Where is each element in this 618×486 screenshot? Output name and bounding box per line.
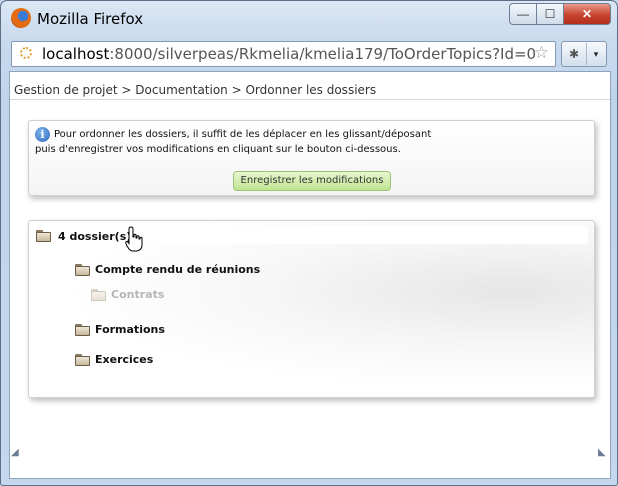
resize-handle-left-icon[interactable]: ◢ — [11, 447, 19, 458]
info-line-2: puis d'enregistrer vos modifications en … — [35, 144, 401, 155]
breadcrumb-divider — [10, 99, 610, 100]
url-text[interactable]: localhost:8000/silverpeas/Rkmelia/kmelia… — [42, 45, 536, 63]
folder-icon — [75, 264, 91, 276]
resize-handle-right-icon[interactable]: ◣ — [598, 447, 606, 458]
info-line-1: Pour ordonner les dossiers, il suffit de… — [54, 129, 432, 140]
bookmark-star-icon[interactable]: ☆ — [534, 43, 549, 63]
tree-item-formations[interactable]: Formations — [95, 323, 165, 336]
title-bar[interactable]: Mozilla Firefox — ☐ ✕ — [1, 1, 617, 37]
info-text: Pour ordonner les dossiers, il suffit de… — [35, 127, 431, 157]
tree-root-label: 4 dossier(s) — [58, 230, 132, 243]
firefox-logo-icon — [11, 8, 31, 28]
tree-item-exercices[interactable]: Exercices — [95, 353, 153, 366]
tree-item-compte-rendu[interactable]: Compte rendu de réunions — [95, 263, 260, 276]
hand-cursor-icon — [125, 226, 143, 252]
navigation-bar: localhost:8000/silverpeas/Rkmelia/kmelia… — [1, 37, 617, 71]
bug-icon: ✱ — [568, 47, 580, 61]
tree-root-row[interactable]: 4 dossier(s) — [31, 226, 588, 244]
folder-icon — [75, 354, 91, 366]
address-bar[interactable]: localhost:8000/silverpeas/Rkmelia/kmelia… — [11, 41, 556, 67]
minimize-button[interactable]: — — [509, 3, 537, 25]
url-path: :8000/silverpeas/Rkmelia/kmelia179/ToOrd… — [109, 45, 537, 63]
folder-icon — [91, 289, 107, 301]
breadcrumb: Gestion de projet > Documentation > Ordo… — [14, 83, 377, 97]
folder-tree-panel: 4 dossier(s) Compte rendu de réunions Co… — [28, 220, 595, 398]
close-button[interactable]: ✕ — [564, 3, 611, 25]
page-content: Gestion de projet > Documentation > Ordo… — [9, 71, 611, 479]
folder-icon — [75, 324, 91, 336]
url-host: localhost — [42, 45, 110, 63]
addon-button[interactable]: ✱ ▾ — [561, 41, 607, 67]
folder-icon — [36, 230, 52, 242]
window-title: Mozilla Firefox — [37, 10, 144, 28]
window-controls: — ☐ ✕ — [509, 3, 611, 25]
info-panel: i Pour ordonner les dossiers, il suffit … — [28, 120, 595, 196]
maximize-button[interactable]: ☐ — [537, 3, 564, 25]
save-modifications-button[interactable]: Enregistrer les modifications — [233, 171, 391, 191]
chevron-down-icon[interactable]: ▾ — [586, 43, 605, 65]
loading-site-icon — [20, 47, 32, 59]
tree-item-contrats-dragging[interactable]: Contrats — [111, 288, 164, 301]
browser-window: Mozilla Firefox — ☐ ✕ localhost:8000/sil… — [0, 0, 618, 486]
